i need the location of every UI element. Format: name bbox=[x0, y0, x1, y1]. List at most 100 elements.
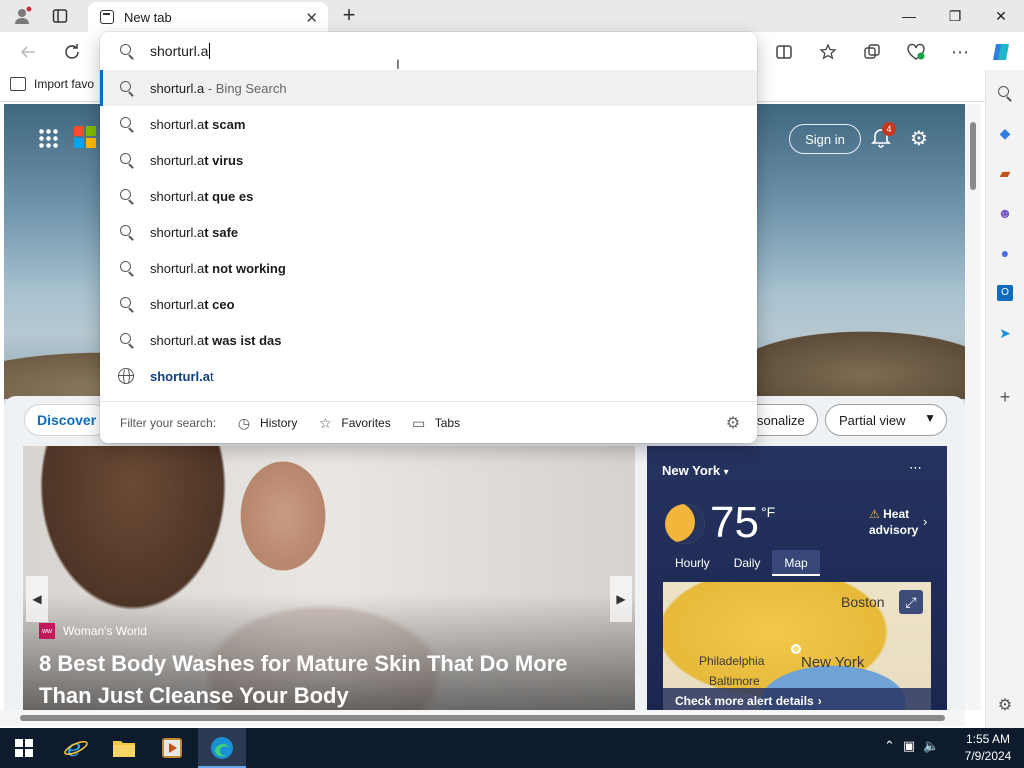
sidebar-settings-gear-icon[interactable]: ⚙ bbox=[994, 694, 1016, 716]
layout-select[interactable]: Partial view ▼ bbox=[825, 404, 947, 436]
collections-icon[interactable] bbox=[860, 40, 884, 64]
network-icon[interactable]: ▣ bbox=[903, 738, 915, 754]
carousel-prev-button[interactable]: ◀ bbox=[26, 576, 48, 622]
split-screen-icon[interactable] bbox=[772, 40, 796, 64]
weather-tab-map[interactable]: Map bbox=[772, 550, 820, 576]
chevron-down-icon: ▼ bbox=[924, 411, 936, 425]
weather-map[interactable]: Boston Philadelphia New York Baltimore ⤢… bbox=[663, 582, 931, 710]
moon-icon bbox=[665, 504, 705, 544]
suggestion-item[interactable]: shorturl.a - Bing Search bbox=[100, 70, 757, 106]
horizontal-scrollbar[interactable] bbox=[0, 710, 965, 726]
tab-actions-icon[interactable] bbox=[48, 6, 72, 26]
map-label-new-york: New York bbox=[801, 654, 865, 671]
vertical-scroll-thumb[interactable] bbox=[970, 122, 976, 190]
system-tray: ⌃ ▣ 🔈 bbox=[884, 738, 939, 754]
internet-explorer-icon[interactable]: e bbox=[62, 734, 90, 762]
search-icon[interactable] bbox=[994, 82, 1016, 104]
search-filter-bar: Filter your search: ◷ History ☆ Favorites … bbox=[100, 401, 757, 443]
suggestion-typed-part: shorturl.a bbox=[150, 296, 205, 312]
weather-temperature: 75 bbox=[710, 498, 759, 547]
suggestion-completion: t scam bbox=[204, 116, 246, 132]
chevron-right-icon[interactable]: › bbox=[923, 514, 927, 529]
suggestion-item[interactable]: shorturl.at scam bbox=[100, 106, 757, 142]
suggestion-item[interactable]: shorturl.at ceo bbox=[100, 286, 757, 322]
chevron-right-icon: › bbox=[817, 694, 822, 708]
refresh-icon[interactable] bbox=[60, 40, 84, 64]
tabs-icon: ▭ bbox=[412, 414, 426, 431]
tools-icon[interactable]: ▰ bbox=[994, 162, 1016, 184]
new-tab-page-icon bbox=[100, 10, 114, 24]
vertical-scrollbar[interactable] bbox=[965, 104, 981, 710]
profile-icon[interactable] bbox=[10, 6, 34, 26]
suggestion-item[interactable]: shorturl.at virus bbox=[100, 142, 757, 178]
carousel-next-button[interactable]: ▶ bbox=[610, 576, 632, 622]
weather-tab-daily[interactable]: Daily bbox=[722, 550, 773, 576]
news-hero-card[interactable]: ◀ ▶ ww Woman's World 8 Best Body Washes … bbox=[23, 446, 635, 710]
close-window-button[interactable]: ✕ bbox=[978, 0, 1024, 32]
address-bar-input[interactable]: shorturl.a bbox=[100, 32, 757, 70]
more-options-icon[interactable]: ⋯ bbox=[948, 40, 972, 64]
suggestion-typed-part: shorturl.a bbox=[150, 116, 205, 132]
weather-tab-hourly[interactable]: Hourly bbox=[663, 550, 722, 576]
media-player-icon[interactable] bbox=[158, 734, 186, 762]
import-favorites-button[interactable]: Import favo bbox=[10, 77, 94, 91]
suggestion-completion: t safe bbox=[204, 224, 239, 240]
address-bar-dropdown: shorturl.a I shorturl.a - Bing Search sho… bbox=[100, 32, 757, 443]
clock[interactable]: 1:55 AM 7/9/2024 bbox=[960, 731, 1016, 765]
browser-essentials-icon[interactable] bbox=[904, 40, 928, 64]
discover-tab[interactable]: Discover bbox=[24, 404, 109, 436]
back-arrow-icon[interactable] bbox=[16, 40, 40, 64]
close-tab-icon[interactable]: ✕ bbox=[305, 9, 318, 27]
add-icon[interactable]: + bbox=[994, 386, 1016, 408]
outlook-icon[interactable]: O bbox=[994, 282, 1016, 304]
suggestion-item[interactable]: shorturl.at not working bbox=[100, 250, 757, 286]
tab-title: New tab bbox=[124, 9, 172, 25]
edge-taskbar-button[interactable] bbox=[198, 728, 246, 768]
expand-icon[interactable]: ⤢ bbox=[899, 590, 923, 614]
suggestion-item[interactable]: shorturl.at safe bbox=[100, 214, 757, 250]
import-icon bbox=[10, 77, 26, 91]
show-hidden-icons-icon[interactable]: ⌃ bbox=[884, 738, 895, 754]
suggestion-source: - Bing Search bbox=[204, 80, 287, 96]
weather-location[interactable]: New York ▾ bbox=[662, 463, 729, 478]
office-icon[interactable]: ● bbox=[994, 242, 1016, 264]
page-settings-gear-icon[interactable]: ⚙ bbox=[910, 126, 934, 150]
heat-advisory-alert[interactable]: ⚠ Heat advisory bbox=[869, 506, 929, 538]
minimize-button[interactable]: — bbox=[886, 0, 932, 32]
weather-card: New York ▾ ⋯ 75 °F ⚠ Heat advisory › Hou… bbox=[647, 446, 947, 710]
filter-tabs[interactable]: ▭ Tabs bbox=[411, 415, 460, 431]
favorites-star-icon[interactable] bbox=[816, 40, 840, 64]
suggestion-item[interactable]: shorturl.at bbox=[100, 358, 757, 394]
windows-start-icon[interactable] bbox=[10, 734, 38, 762]
app-launcher-icon[interactable] bbox=[38, 128, 58, 148]
suggestion-typed-part: shorturl.a bbox=[150, 80, 205, 96]
people-icon[interactable]: ☻ bbox=[994, 202, 1016, 224]
tab-new-tab[interactable]: New tab ✕ bbox=[88, 2, 328, 32]
copilot-icon[interactable] bbox=[990, 40, 1014, 64]
suggestion-completion: t was ist das bbox=[204, 332, 282, 348]
suggestion-item[interactable]: shorturl.at que es bbox=[100, 178, 757, 214]
horizontal-scroll-thumb[interactable] bbox=[20, 715, 945, 721]
volume-muted-icon[interactable]: 🔈 bbox=[923, 738, 939, 754]
suggestion-item[interactable]: shorturl.at was ist das bbox=[100, 322, 757, 358]
sign-in-button[interactable]: Sign in bbox=[789, 124, 861, 154]
filter-favorites[interactable]: ☆ Favorites bbox=[317, 414, 391, 431]
weather-more-icon[interactable]: ⋯ bbox=[909, 460, 922, 476]
shopping-tag-icon[interactable]: ◆ bbox=[994, 122, 1016, 144]
file-explorer-icon[interactable] bbox=[110, 734, 138, 762]
star-icon: ☆ bbox=[319, 414, 332, 431]
filter-history[interactable]: ◷ History bbox=[236, 415, 297, 431]
news-source-name[interactable]: Woman's World bbox=[63, 624, 147, 638]
search-settings-gear-icon[interactable]: ⚙ bbox=[723, 413, 743, 433]
layout-select-label: Partial view bbox=[839, 412, 906, 428]
location-marker-icon bbox=[791, 644, 801, 654]
restore-button[interactable]: ❐ bbox=[932, 0, 978, 32]
temperature-unit[interactable]: °F bbox=[761, 504, 775, 520]
filter-tabs-label: Tabs bbox=[434, 415, 461, 430]
alert-details-link[interactable]: Check more alert details › bbox=[663, 688, 931, 710]
send-icon[interactable]: ➤ bbox=[994, 322, 1016, 344]
suggestion-typed-part: shorturl.a bbox=[150, 368, 210, 384]
new-tab-button[interactable]: + bbox=[338, 4, 360, 26]
address-bar-text[interactable]: shorturl.a bbox=[150, 43, 208, 59]
news-headline[interactable]: 8 Best Body Washes for Mature Skin That … bbox=[39, 648, 619, 710]
